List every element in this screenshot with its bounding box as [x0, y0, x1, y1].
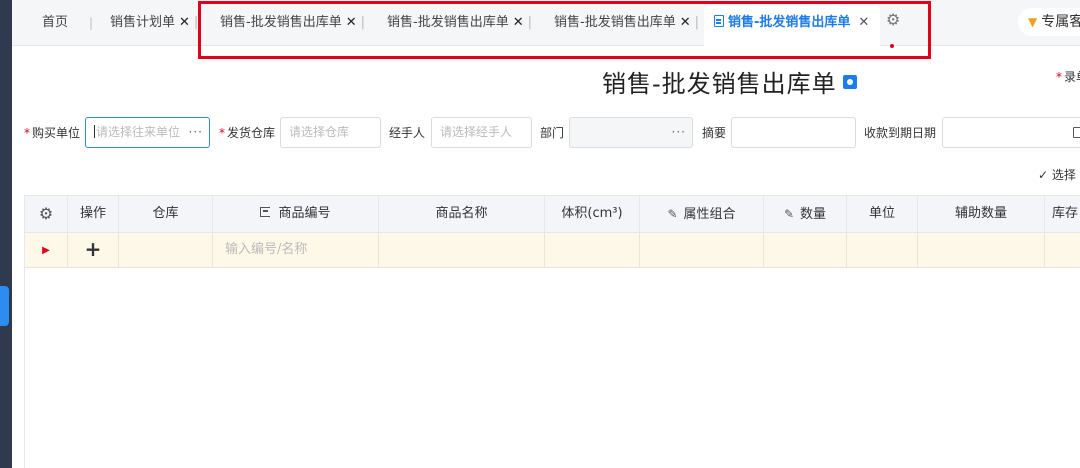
tab-sales-plan[interactable]: 销售计划单 ✕ | [110, 12, 198, 34]
title-settings-icon[interactable] [842, 75, 857, 89]
cell-aux-quantity[interactable] [918, 233, 1045, 267]
add-row-button[interactable]: + [68, 233, 119, 267]
handler-input[interactable]: 请选择经手人 [431, 117, 532, 148]
cell-product-code[interactable]: 输入编号/名称 [213, 233, 379, 267]
text-caret [94, 125, 95, 138]
tab-separator: | [89, 16, 94, 30]
entry-label-text: 录单 [1064, 70, 1080, 84]
pencil-icon: ✎ [667, 207, 678, 221]
pencil-icon: ✎ [783, 207, 795, 221]
page-title: 销售-批发销售出库单 [602, 64, 857, 99]
warehouse-placeholder: 请选择仓库 [289, 125, 350, 139]
select-option-label: 选择 [1051, 168, 1076, 182]
cell-volume[interactable] [545, 233, 640, 267]
header-attribute-combo: ✎ 属性组合 [640, 196, 764, 232]
summary-input[interactable] [731, 117, 856, 148]
warehouse-label: * 发货仓库 [219, 126, 276, 140]
plus-icon[interactable]: + [85, 237, 102, 261]
header-aux-quantity: 辅助数量 [918, 196, 1045, 232]
crown-icon: ▼ [1028, 15, 1038, 29]
header-unit: 单位 [847, 196, 918, 232]
handler-label: 经手人 [389, 126, 426, 140]
cell-attribute-combo[interactable] [640, 233, 764, 267]
entry-label: *录单 [1056, 68, 1080, 85]
tab-home[interactable]: 首页 [42, 12, 68, 34]
page-title-text: 销售-批发销售出库单 [602, 70, 837, 98]
row-indicator: ▶ [25, 233, 68, 267]
header-product-code: 商品编号 [213, 196, 379, 232]
due-date-label: 收款到期日期 [864, 126, 937, 140]
due-date-input[interactable] [942, 117, 1080, 148]
handler-placeholder: 请选择经手人 [440, 125, 513, 139]
select-option[interactable]: ✓ 选择 [1038, 166, 1076, 183]
header-operation: 操作 [68, 196, 119, 232]
cell-warehouse[interactable] [119, 233, 213, 267]
table-row: ▶ + 输入编号/名称 [25, 233, 1080, 268]
header-product-name: 商品名称 [379, 196, 545, 232]
annotation-highlight-box [198, 1, 931, 59]
more-icon[interactable]: ··· [189, 118, 203, 147]
bracket-icon [260, 207, 271, 217]
items-table: ⚙ 操作 仓库 商品编号 商品名称 体积(cm³) ✎ 属性组合 ✎ 数量 单位 辅… [24, 195, 1080, 468]
department-input[interactable]: ··· [569, 117, 693, 148]
annotation-dot [890, 44, 894, 48]
buyer-placeholder: 请选择往来单位 [96, 125, 181, 139]
play-icon: ▶ [42, 245, 50, 256]
tab-label: 销售计划单 [110, 15, 176, 30]
cell-quantity[interactable] [764, 233, 847, 267]
cell-unit[interactable] [847, 233, 918, 267]
summary-label: 摘要 [702, 126, 727, 140]
warehouse-input[interactable]: 请选择仓库 [280, 117, 381, 148]
buyer-input[interactable]: 请选择往来单位 ··· [85, 117, 210, 148]
exclusive-service-button[interactable]: ▼ 专属客 [1018, 8, 1080, 36]
more-icon[interactable]: ··· [672, 118, 686, 147]
calendar-icon[interactable] [1073, 127, 1080, 138]
header-volume: 体积(cm³) [545, 196, 640, 232]
left-sidebar-strip [0, 0, 12, 468]
header-warehouse: 仓库 [119, 196, 213, 232]
buyer-label: * 购买单位 [24, 126, 81, 140]
cell-product-name[interactable] [379, 233, 545, 267]
table-header: ⚙ 操作 仓库 商品编号 商品名称 体积(cm³) ✎ 属性组合 ✎ 数量 单位 辅… [25, 195, 1080, 233]
header-stock: 库存 [1051, 206, 1078, 221]
department-label: 部门 [540, 126, 565, 140]
sidebar-toggle-handle[interactable] [0, 286, 9, 326]
header-quantity: ✎ 数量 [764, 196, 847, 232]
exclusive-service-label: 专属客 [1041, 14, 1080, 30]
gear-icon[interactable]: ⚙ [39, 204, 53, 223]
column-settings[interactable]: ⚙ [25, 196, 68, 232]
close-icon[interactable]: ✕ [179, 15, 190, 30]
cell-stock[interactable] [1045, 233, 1080, 267]
